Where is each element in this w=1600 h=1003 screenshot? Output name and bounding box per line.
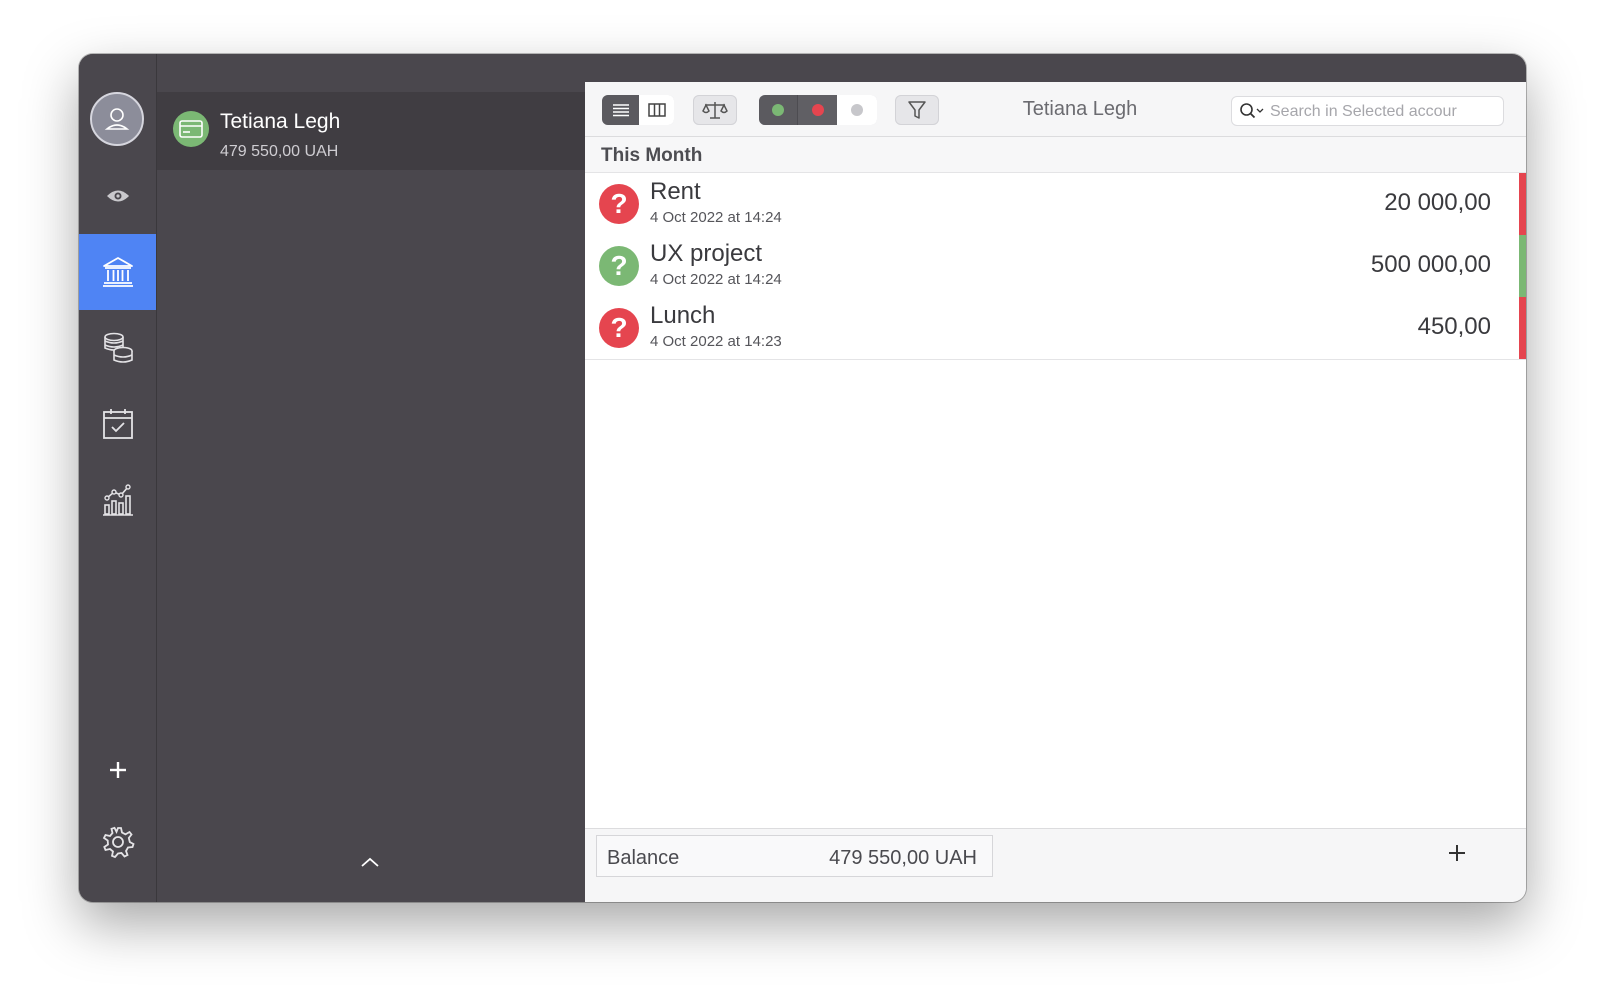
view-mode-toggle [602,95,674,125]
table-row[interactable]: ? Lunch 4 Oct 2022 at 14:23 450,00 [585,297,1526,360]
account-balance: 479 550,00 UAH [220,143,339,160]
bank-icon [102,257,133,287]
plus-icon [109,762,126,778]
account-list-panel: Tetiana Legh 479 550,00 UAH [157,54,585,902]
eye-icon [106,190,129,202]
status-filter-other[interactable] [837,95,877,125]
plus-icon [1449,845,1465,861]
credit-card-icon [179,120,203,138]
sidebar-item-budgets[interactable] [79,310,156,386]
list-icon [612,104,629,117]
search-icon [1240,103,1264,119]
status-bar [1519,235,1526,297]
transaction-date: 4 Oct 2022 at 14:23 [650,333,782,350]
navigation-rail [79,54,157,902]
user-icon [104,108,130,130]
sidebar-item-reports[interactable] [79,462,156,538]
chart-icon [102,484,133,516]
search-field[interactable] [1231,96,1504,126]
status-filter-toggle [759,95,877,125]
transactions-pane: Tetiana Legh This Month ? Rent 4 Oct 202… [585,82,1526,902]
search-input[interactable] [1268,101,1500,123]
transaction-title: UX project [650,240,763,267]
chevron-up-icon[interactable] [356,854,384,870]
balance-value: 479 550,00 UAH [829,847,977,869]
transaction-amount: 20 000,00 [1384,189,1491,216]
account-avatar [173,111,209,147]
add-transaction-button[interactable] [1445,841,1469,865]
income-dot-icon [771,104,784,116]
sidebar-item-scheduled[interactable] [79,386,156,462]
balance-button[interactable] [693,95,737,125]
scales-icon [702,102,728,119]
transaction-title: Rent [650,178,701,205]
question-icon: ? [599,184,639,224]
question-icon: ? [599,308,639,348]
table-row[interactable]: ? Rent 4 Oct 2022 at 14:24 20 000,00 [585,173,1526,236]
transaction-date: 4 Oct 2022 at 14:24 [650,209,782,226]
balance-summary: Balance 479 550,00 UAH [596,835,993,877]
question-icon: ? [599,246,639,286]
filter-button[interactable] [895,95,939,125]
transaction-title: Lunch [650,302,716,329]
account-item-tetiana-legh[interactable]: Tetiana Legh 479 550,00 UAH [157,92,585,170]
neutral-dot-icon [851,104,864,116]
columns-icon [647,103,666,117]
sidebar-item-accounts[interactable] [79,234,156,310]
toolbar-title: Tetiana Legh [1022,98,1138,120]
balance-label: Balance [607,847,680,869]
expense-dot-icon [811,104,824,116]
list-view-button[interactable] [602,95,639,125]
settings-button[interactable] [79,804,156,880]
add-button[interactable] [79,732,156,808]
table-row[interactable]: ? UX project 4 Oct 2022 at 14:24 500 000… [585,235,1526,298]
toolbar: Tetiana Legh [585,82,1526,137]
coins-icon [103,332,133,363]
transaction-date: 4 Oct 2022 at 14:24 [650,271,782,288]
footer-bar: Balance 479 550,00 UAH [585,828,1526,902]
status-filter-income[interactable] [759,95,797,125]
calendar-check-icon [102,409,133,439]
filter-icon [908,101,926,119]
sidebar-item-overview[interactable] [79,158,156,234]
status-bar [1519,297,1526,359]
avatar[interactable] [90,92,144,146]
gear-icon [102,826,135,859]
columns-view-button[interactable] [639,95,674,125]
account-name: Tetiana Legh [220,110,341,133]
section-title: This Month [601,145,703,166]
transaction-amount: 450,00 [1417,313,1491,340]
app-window: Tetiana Legh 479 550,00 UAH Tetiana Legh… [79,54,1526,902]
transaction-amount: 500 000,00 [1370,251,1491,278]
status-bar [1519,173,1526,235]
section-header: This Month [585,137,1526,173]
status-filter-expense[interactable] [796,95,838,125]
